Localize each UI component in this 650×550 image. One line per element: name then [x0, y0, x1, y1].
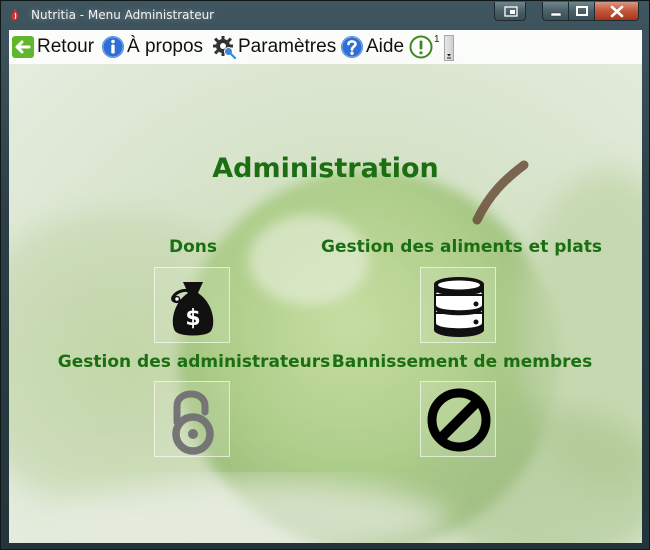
- foods-management-tile[interactable]: [420, 267, 496, 343]
- back-arrow-icon: [12, 36, 34, 58]
- close-icon: [610, 5, 624, 18]
- title-bar[interactable]: Nutritia - Menu Administrateur: [1, 1, 649, 29]
- admins-management-label: Gestion des administrateurs: [57, 352, 331, 372]
- app-window: Nutritia - Menu Administrateur Retour À …: [0, 0, 650, 550]
- help-icon: [341, 36, 363, 58]
- main-content: Retour À propos Paramètres Aide 1 Admini…: [9, 30, 642, 543]
- donations-tile[interactable]: $: [154, 267, 230, 343]
- close-button[interactable]: [594, 2, 639, 21]
- money-bag-icon: $: [171, 282, 214, 336]
- settings-button[interactable]: Paramètres: [212, 35, 336, 59]
- maximize-button[interactable]: [568, 2, 595, 21]
- about-button-label: À propos: [127, 36, 204, 57]
- maximize-icon: [576, 6, 588, 16]
- page-title: Administration: [212, 153, 439, 184]
- back-button[interactable]: Retour: [11, 35, 94, 59]
- app-logo-icon: [11, 9, 19, 21]
- help-button-label: Aide: [366, 36, 405, 57]
- settings-button-label: Paramètres: [238, 36, 337, 57]
- snap-button[interactable]: [494, 2, 526, 21]
- member-ban-label: Bannissement de membres: [331, 352, 593, 372]
- admins-management-tile[interactable]: [154, 381, 230, 457]
- notifications-count: 1: [434, 34, 440, 45]
- exclamation-icon: [409, 35, 433, 59]
- apple-background-image: [9, 30, 642, 543]
- svg-text:$: $: [185, 306, 200, 331]
- help-button[interactable]: Aide: [340, 35, 404, 59]
- notifications-button[interactable]: [409, 35, 435, 59]
- gear-icon: [213, 36, 236, 59]
- about-button[interactable]: À propos: [101, 35, 203, 59]
- minimize-button[interactable]: [542, 2, 569, 21]
- back-button-label: Retour: [37, 36, 95, 57]
- unlocked-padlock-icon: [172, 390, 214, 455]
- window-title: Nutritia - Menu Administrateur: [31, 8, 215, 22]
- snap-icon: [504, 6, 518, 17]
- donations-label: Dons: [168, 237, 217, 257]
- minimize-icon: [550, 12, 562, 17]
- info-icon: [102, 36, 124, 58]
- chevron-down-icon: [447, 54, 451, 59]
- foods-management-label: Gestion des aliments et plats: [321, 237, 602, 257]
- database-icon: [434, 277, 484, 337]
- toolbar-overflow-button[interactable]: [444, 35, 454, 61]
- member-ban-tile[interactable]: [420, 381, 496, 457]
- toolbar: Retour À propos Paramètres Aide 1: [9, 30, 642, 64]
- ban-icon: [427, 388, 491, 452]
